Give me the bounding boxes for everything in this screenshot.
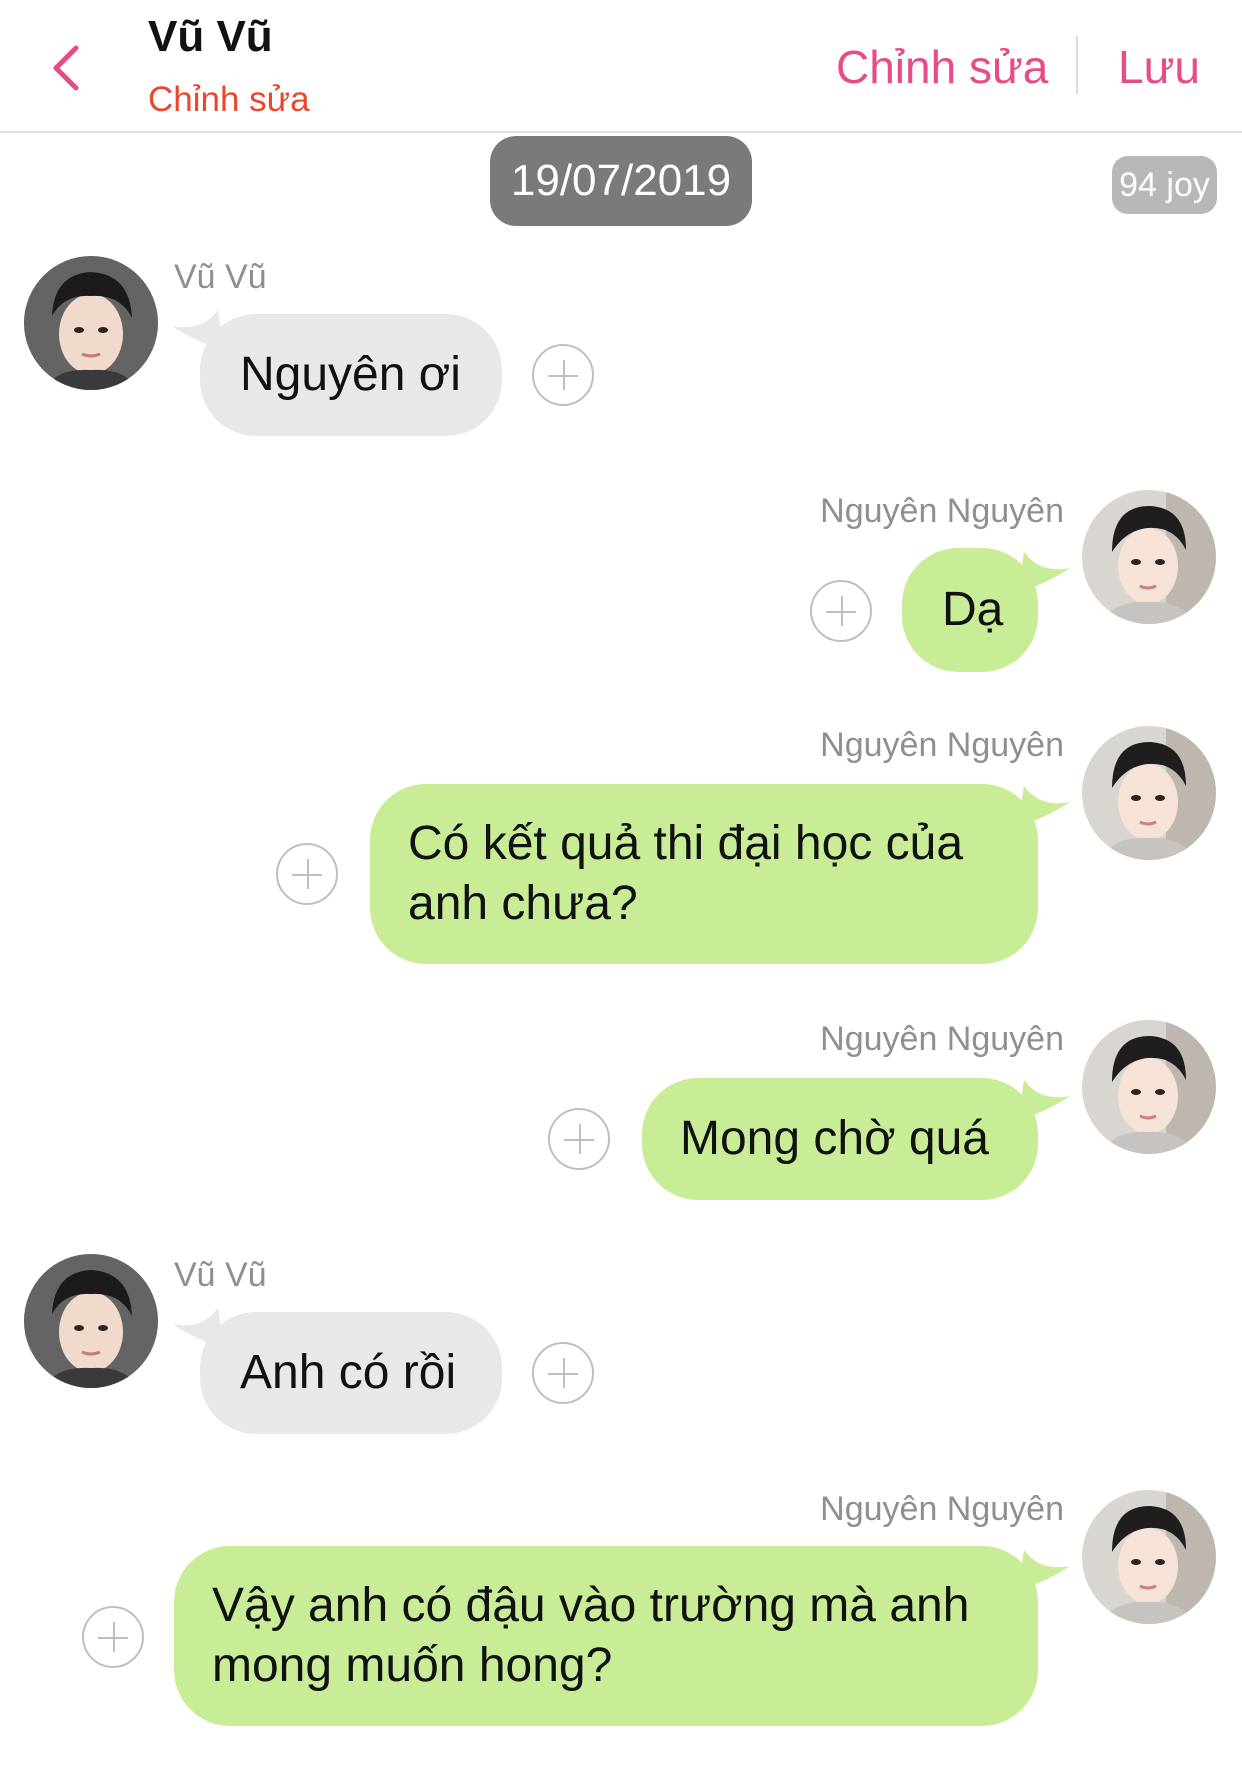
add-reaction-button[interactable]	[548, 1108, 610, 1170]
add-reaction-button[interactable]	[532, 344, 594, 406]
avatar[interactable]	[24, 1254, 158, 1388]
chevron-left-icon	[53, 45, 79, 91]
avatar[interactable]	[1082, 1020, 1216, 1154]
message-bubble[interactable]: Anh có rồi	[200, 1312, 502, 1434]
sender-name: Nguyên Nguyên	[820, 1490, 1064, 1528]
sender-name: Nguyên Nguyên	[820, 492, 1064, 530]
chat-subtitle: Chỉnh sửa	[148, 80, 310, 119]
header-divider	[1076, 36, 1078, 94]
message-bubble[interactable]: Dạ	[902, 548, 1038, 672]
sender-name: Nguyên Nguyên	[820, 726, 1064, 764]
avatar[interactable]	[1082, 726, 1216, 860]
chat-title: Vũ Vũ	[148, 12, 273, 61]
avatar-image	[1082, 726, 1216, 860]
avatar-image	[1082, 1020, 1216, 1154]
back-button[interactable]	[38, 38, 98, 98]
message-bubble[interactable]: Nguyên ơi	[200, 314, 502, 436]
add-reaction-button[interactable]	[532, 1342, 594, 1404]
add-reaction-button[interactable]	[82, 1606, 144, 1668]
add-reaction-button[interactable]	[276, 843, 338, 905]
edit-button[interactable]: Chỉnh sửa	[836, 40, 1048, 94]
avatar-image	[1082, 490, 1216, 624]
chat-header: Vũ Vũ Chỉnh sửa Chỉnh sửa Lưu	[0, 0, 1242, 133]
avatar[interactable]	[1082, 490, 1216, 624]
avatar-image	[24, 256, 158, 390]
sender-name: Nguyên Nguyên	[820, 1020, 1064, 1058]
avatar[interactable]	[24, 256, 158, 390]
avatar-image	[1082, 1490, 1216, 1624]
add-reaction-button[interactable]	[810, 580, 872, 642]
sender-name: Vũ Vũ	[174, 1256, 267, 1294]
sender-name: Vũ Vũ	[174, 258, 267, 296]
avatar[interactable]	[1082, 1490, 1216, 1624]
avatar-image	[24, 1254, 158, 1388]
message-bubble[interactable]: Có kết quả thi đại học của anh chưa?	[370, 784, 1038, 964]
save-button[interactable]: Lưu	[1118, 40, 1200, 94]
joy-badge: 94 joy	[1112, 156, 1217, 214]
message-bubble[interactable]: Mong chờ quá	[642, 1078, 1038, 1200]
date-chip: 19/07/2019	[490, 136, 752, 226]
message-bubble[interactable]: Vậy anh có đậu vào trường mà anh mong mu…	[174, 1546, 1038, 1726]
